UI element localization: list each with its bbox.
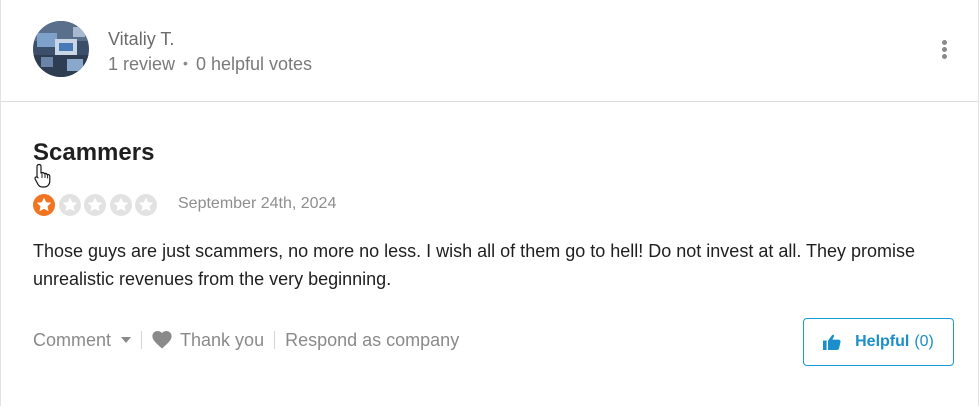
reviewer-avatar[interactable] [33, 21, 89, 77]
more-vertical-icon [942, 40, 947, 45]
helpful-count: (0) [914, 333, 934, 350]
review-date: September 24th, 2024 [178, 195, 337, 212]
reviewer-header: Vitaliy T. 1 review • 0 helpful votes [1, 0, 978, 102]
star-icon [109, 194, 132, 216]
review-count: 1 review [108, 54, 176, 74]
helpful-label: Helpful [855, 333, 910, 350]
star-icon [84, 194, 106, 216]
respond-as-company-link[interactable]: Respond as company [285, 330, 459, 351]
helpful-button[interactable]: Helpful (0) [803, 318, 954, 366]
more-options-button[interactable] [935, 36, 955, 62]
thank-you-button[interactable]: Thank you [152, 330, 264, 351]
review-body: Those guys are just scammers, no more no… [33, 241, 916, 289]
comment-label: Comment [33, 329, 112, 350]
star-icon [135, 194, 157, 216]
reviewer-stats: 1 review • 0 helpful votes [108, 54, 312, 75]
helpful-votes-count: 0 helpful votes [195, 54, 313, 74]
review-actions: Comment Thank you Respond as company [33, 328, 459, 352]
respond-label: Respond as company [285, 329, 460, 350]
action-divider [274, 331, 276, 349]
avatar-image [33, 21, 89, 77]
reviewer-name[interactable]: Vitaliy T. [108, 29, 174, 50]
review-card: Vitaliy T. 1 review • 0 helpful votes Scam… [0, 0, 979, 406]
star-icon [33, 194, 55, 216]
thank-you-label: Thank you [180, 329, 265, 350]
thumbs-up-icon [823, 334, 841, 350]
heart-icon [152, 331, 172, 349]
hand-cursor-icon [34, 163, 51, 188]
star-icon [58, 194, 81, 216]
comment-button[interactable]: Comment [33, 329, 132, 351]
stats-separator: • [183, 55, 188, 71]
chevron-down-icon [121, 337, 132, 343]
action-divider [141, 331, 143, 349]
